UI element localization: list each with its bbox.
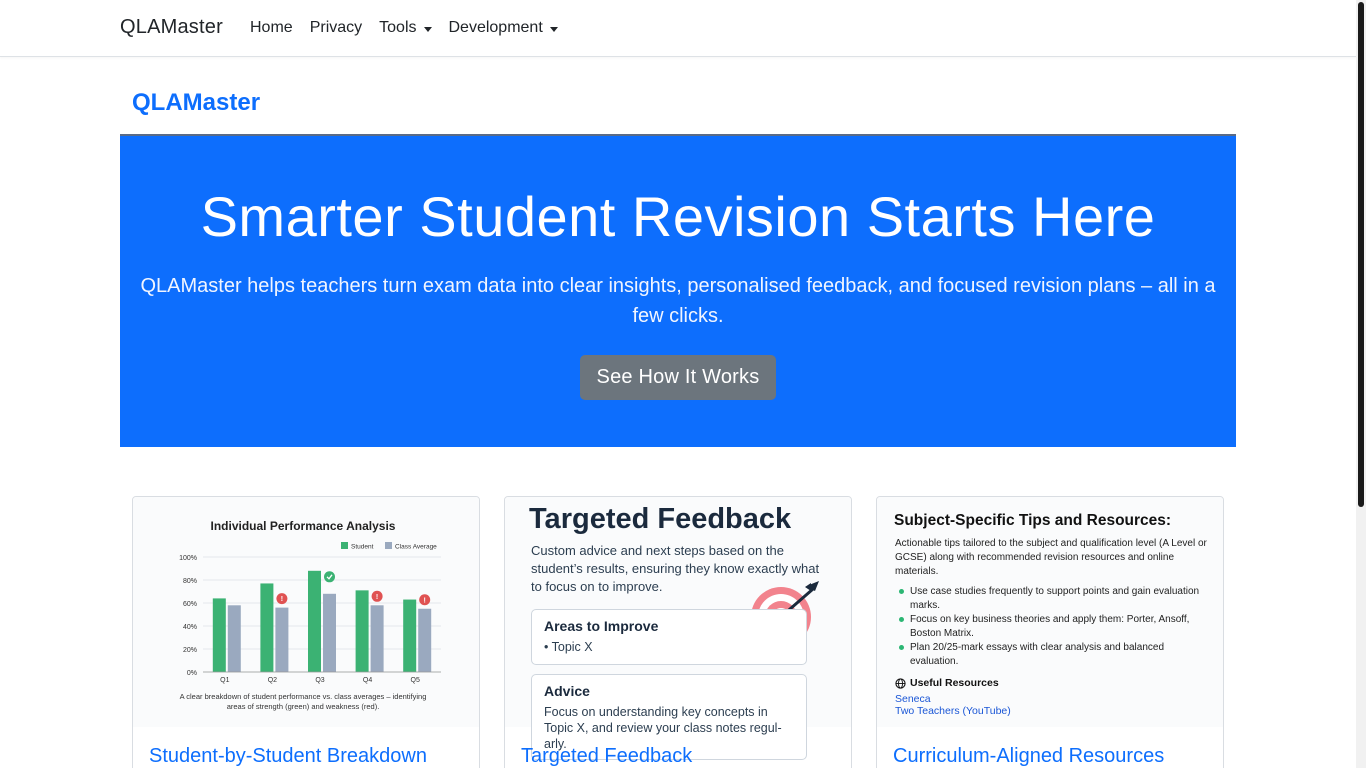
page-title: QLAMaster xyxy=(132,89,261,116)
warning-icon-glyph: ! xyxy=(281,596,283,603)
legend-swatch xyxy=(341,542,348,549)
nav-tools-label: Tools xyxy=(379,19,417,36)
check-icon xyxy=(324,571,335,583)
tips-heading: Subject-Specific Tips and Resources: xyxy=(894,512,1172,529)
resource-link-two-teachers[interactable]: Two Teachers (YouTube) xyxy=(895,705,1011,717)
navbar-brand[interactable]: QLAMaster xyxy=(120,16,223,39)
y-tick-label: 100% xyxy=(179,555,197,562)
feedback-heading: Targeted Feedback xyxy=(529,503,792,535)
areas-to-improve-box: Areas to Improve • Topic X xyxy=(531,609,807,665)
bar-student xyxy=(403,599,417,672)
list-item: Focus on key business theories and apply… xyxy=(895,613,1215,640)
y-tick-label: 0% xyxy=(187,670,197,677)
advice-heading: Advice xyxy=(544,683,590,699)
x-tick-label: Q1 xyxy=(220,677,229,684)
chart-title: Individual Performance Analysis xyxy=(210,519,396,533)
bar-student xyxy=(212,598,226,672)
card-title[interactable]: Targeted Feedback xyxy=(521,745,692,768)
bar-class-average xyxy=(418,608,432,672)
card-title[interactable]: Curriculum-Aligned Resources xyxy=(893,745,1164,768)
resource-link-seneca[interactable]: Seneca xyxy=(895,693,931,705)
feature-card-breakdown: Individual Performance Analysis 0% 20% 40%… xyxy=(132,496,480,768)
chart-caption: A clear breakdown of student performance… xyxy=(179,692,427,711)
list-item: Use case studies frequently to support p… xyxy=(895,585,1215,612)
bar-class-average xyxy=(227,605,241,672)
see-how-it-works-button[interactable]: See How It Works xyxy=(579,355,777,400)
tips-list: Use case studies frequently to support p… xyxy=(895,585,1215,669)
useful-resources: Useful Resources xyxy=(895,677,999,689)
warning-icon-glyph: ! xyxy=(424,597,426,604)
caret-down-icon xyxy=(423,26,432,32)
nav-development-label: Development xyxy=(448,19,543,36)
y-tick-label: 20% xyxy=(183,647,197,654)
y-tick-label: 40% xyxy=(183,624,197,631)
legend-swatch xyxy=(385,542,392,549)
areas-to-improve-heading: Areas to Improve xyxy=(544,618,659,634)
feature-card-feedback: Targeted Feedback Custom advice and next… xyxy=(504,496,852,768)
nav-links: Home Privacy Tools Development xyxy=(250,19,575,37)
legend-label: Class Average xyxy=(395,544,437,551)
card-image-performance-chart: Individual Performance Analysis 0% 20% 40%… xyxy=(133,497,479,727)
useful-resources-heading: Useful Resources xyxy=(910,677,999,689)
bar-student xyxy=(355,590,369,672)
y-tick-label: 60% xyxy=(183,601,197,608)
hero-banner: Smarter Student Revision Starts Here QLA… xyxy=(120,134,1236,447)
card-title[interactable]: Student-by-Student Breakdown xyxy=(149,745,427,768)
bar-student xyxy=(260,583,274,672)
nav-development-dropdown[interactable]: Development xyxy=(449,19,558,37)
scrollbar[interactable] xyxy=(1356,0,1366,768)
bar-student xyxy=(308,570,321,672)
card-image-feedback: Targeted Feedback Custom advice and next… xyxy=(505,497,851,760)
x-tick-label: Q4 xyxy=(363,677,372,684)
x-tick-label: Q2 xyxy=(268,677,277,684)
nav-home[interactable]: Home xyxy=(250,19,293,37)
bar-class-average xyxy=(370,605,384,672)
warning-icon-glyph: ! xyxy=(376,594,378,601)
hero-heading: Smarter Student Revision Starts Here xyxy=(200,185,1156,248)
caret-down-icon xyxy=(549,26,558,32)
y-tick-label: 80% xyxy=(183,578,197,585)
nav-privacy[interactable]: Privacy xyxy=(310,19,362,37)
nav-tools-dropdown[interactable]: Tools xyxy=(379,19,432,37)
scrollbar-thumb[interactable] xyxy=(1358,2,1364,507)
performance-chart: 0% 20% 40% 60% 80% 100% Student Class Average Q1… xyxy=(179,542,441,684)
bar-class-average xyxy=(275,607,289,672)
x-tick-label: Q3 xyxy=(315,677,324,684)
feature-card-resources: Subject-Specific Tips and Resources: Act… xyxy=(876,496,1224,768)
globe-icon xyxy=(895,677,906,689)
hero-lead: QLAMaster helps teachers turn exam data … xyxy=(140,275,1216,327)
card-image-resources: Subject-Specific Tips and Resources: Act… xyxy=(877,497,1223,727)
legend-label: Student xyxy=(351,544,374,551)
bar-class-average xyxy=(323,593,336,672)
tips-description: Actionable tips tailored to the subject … xyxy=(895,538,1207,577)
navbar: QLAMaster Home Privacy Tools Development xyxy=(0,0,1356,57)
list-item: Plan 20/25-mark essays with clear analys… xyxy=(895,641,1215,668)
x-tick-label: Q5 xyxy=(411,677,420,684)
areas-to-improve-item: • Topic X xyxy=(544,640,593,654)
